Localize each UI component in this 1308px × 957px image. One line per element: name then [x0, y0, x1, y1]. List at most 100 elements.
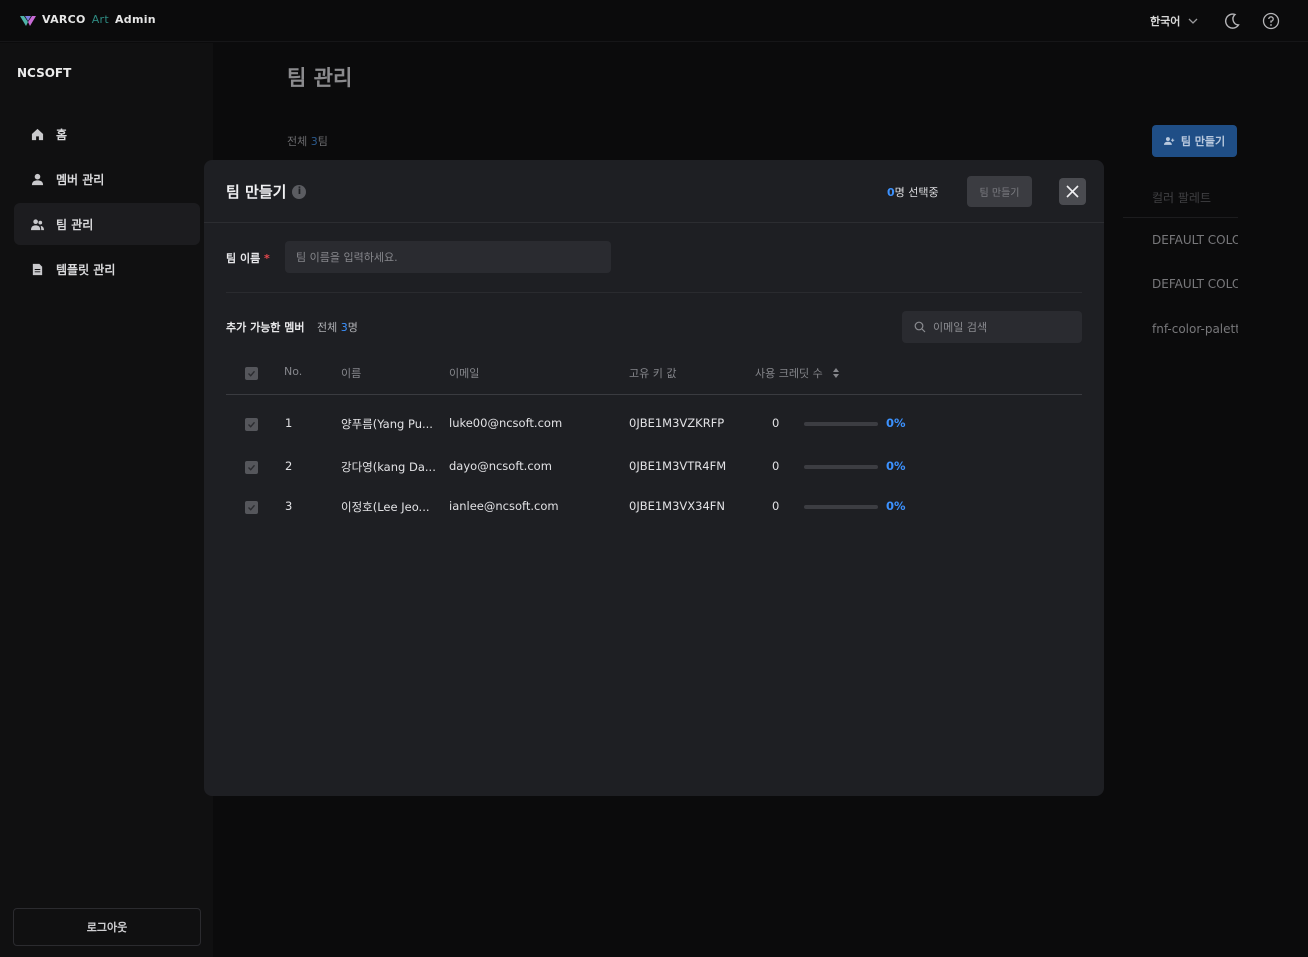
email-search-input[interactable] — [933, 311, 1078, 343]
modal-create-button[interactable]: 팀 만들기 — [967, 176, 1032, 207]
selected-count-suffix: 명 선택중 — [894, 186, 939, 199]
org-name: NCSOFT — [17, 66, 72, 80]
check-icon — [248, 421, 256, 428]
logout-button[interactable]: 로그아웃 — [13, 908, 201, 946]
chevron-down-icon — [1188, 18, 1198, 24]
close-icon — [1066, 185, 1079, 198]
home-icon — [31, 128, 44, 140]
check-icon — [248, 464, 256, 471]
credit-percent: 0% — [886, 459, 906, 473]
row-name: 이정호(Lee Jeo... — [341, 500, 430, 514]
create-team-label: 팀 만들기 — [1180, 135, 1226, 148]
sidebar-item-templates[interactable]: 템플릿 관리 — [14, 248, 200, 290]
row-email: dayo@ncsoft.com — [449, 459, 552, 473]
check-icon — [248, 504, 256, 511]
available-members-count: 전체 3명 — [317, 319, 358, 335]
moon-icon[interactable] — [1222, 11, 1242, 31]
row-email: luke00@ncsoft.com — [449, 416, 563, 430]
column-header-name: 이름 — [341, 367, 362, 380]
page-title: 팀 관리 — [287, 66, 353, 90]
user-icon — [31, 173, 44, 185]
column-header-key: 고유 키 값 — [629, 367, 677, 380]
language-select[interactable]: 한국어 — [1150, 13, 1198, 29]
palette-cell: fnf-color-palette — [1152, 322, 1238, 336]
selected-count-number: 0 — [887, 186, 895, 199]
search-icon — [914, 321, 926, 333]
column-header-credits-label: 사용 크레딧 수 — [755, 367, 823, 380]
row-name: 양푸름(Yang Pu... — [341, 417, 433, 431]
required-mark: * — [264, 252, 270, 265]
sidebar-item-home[interactable]: 홈 — [14, 113, 200, 155]
modal-header-divider — [204, 222, 1104, 223]
check-icon — [248, 370, 256, 377]
column-header-palette: 컬러 팔레트 — [1152, 191, 1212, 205]
team-name-input[interactable] — [285, 241, 611, 273]
table-divider — [1123, 217, 1238, 218]
create-team-modal: 팀 만들기 i 0명 선택중 팀 만들기 팀 이름 * 추가 가능한 멤버 전체… — [204, 160, 1104, 796]
brand-admin: Admin — [114, 13, 156, 26]
column-header-credits[interactable]: 사용 크레딧 수 — [755, 365, 840, 381]
row-no: 1 — [285, 416, 293, 430]
row-name: 강다영(kang Da... — [341, 460, 436, 474]
sort-icon — [832, 368, 839, 378]
credit-percent: 0% — [886, 416, 906, 430]
logo[interactable]: VARCO Art Admin — [20, 13, 156, 26]
row-email: ianlee@ncsoft.com — [449, 499, 559, 513]
sidebar-item-members[interactable]: 멤버 관리 — [14, 158, 200, 200]
sidebar-item-label: 템플릿 관리 — [56, 262, 116, 277]
row-no: 2 — [285, 459, 293, 473]
row-key: 0JBE1M3VX34FN — [629, 499, 726, 513]
credit-progress-bar — [804, 422, 878, 426]
section-divider — [226, 292, 1082, 293]
credit-percent: 0% — [886, 499, 906, 513]
row-credits: 0 — [772, 459, 780, 473]
row-key: 0JBE1M3VTR4FM — [629, 459, 727, 473]
close-button[interactable] — [1059, 178, 1086, 205]
palette-cell: DEFAULT COLOR — [1152, 277, 1238, 291]
row-credits: 0 — [772, 416, 780, 430]
available-members-label: 추가 가능한 멤버 — [226, 321, 305, 334]
modal-title-text: 팀 만들기 — [226, 183, 287, 201]
document-icon — [32, 263, 43, 275]
column-header-email: 이메일 — [449, 367, 480, 380]
sidebar: NCSOFT 홈 멤버 관리 팀 관리 템플릿 관리 로그아웃 — [0, 43, 213, 957]
email-search — [902, 311, 1082, 343]
info-icon[interactable]: i — [292, 184, 307, 199]
top-bar: VARCO Art Admin 한국어 — [0, 0, 1308, 42]
sidebar-item-label: 홈 — [56, 127, 68, 142]
credit-progress-bar — [804, 465, 878, 469]
palette-cell: DEFAULT COLOR — [1152, 233, 1238, 247]
varco-logo-icon — [20, 15, 36, 26]
available-count-suffix: 명 — [347, 321, 358, 334]
team-count-prefix: 전체 — [287, 135, 311, 148]
help-icon[interactable] — [1261, 11, 1281, 31]
selected-count: 0명 선택중 — [887, 184, 939, 200]
sidebar-item-label: 멤버 관리 — [56, 172, 105, 187]
add-team-icon — [1163, 137, 1175, 145]
available-count-prefix: 전체 — [317, 321, 341, 334]
row-credits: 0 — [772, 499, 780, 513]
row-checkbox[interactable] — [245, 501, 258, 514]
team-count-suffix: 팀 — [317, 135, 328, 148]
sidebar-item-label: 팀 관리 — [56, 217, 94, 232]
row-checkbox[interactable] — [245, 418, 258, 431]
team-count-number: 3 — [310, 135, 318, 148]
language-label: 한국어 — [1150, 15, 1181, 28]
team-count: 전체 3팀 — [287, 133, 328, 149]
team-icon — [31, 218, 44, 230]
row-checkbox[interactable] — [245, 461, 258, 474]
modal-title: 팀 만들기 i — [226, 181, 307, 202]
brand-art: Art — [91, 13, 109, 26]
sidebar-item-teams[interactable]: 팀 관리 — [14, 203, 200, 245]
brand-name: VARCO — [42, 13, 86, 26]
column-header-no: No. — [284, 365, 303, 378]
row-no: 3 — [285, 499, 293, 513]
row-key: 0JBE1M3VZKRFP — [629, 416, 725, 430]
create-team-button[interactable]: 팀 만들기 — [1152, 125, 1237, 157]
credit-progress-bar — [804, 505, 878, 509]
team-name-label-text: 팀 이름 — [226, 252, 261, 265]
team-name-label: 팀 이름 * — [226, 250, 270, 266]
select-all-checkbox[interactable] — [245, 367, 258, 380]
table-header-divider — [226, 394, 1082, 395]
available-count-number: 3 — [340, 321, 348, 334]
